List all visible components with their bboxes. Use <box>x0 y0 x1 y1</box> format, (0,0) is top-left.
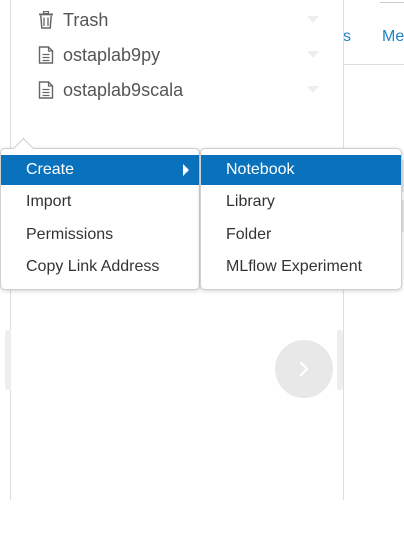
sidebar-item-notebook[interactable]: ostaplab9scala <box>25 75 331 105</box>
menu-item-notebook[interactable]: Notebook <box>201 155 401 185</box>
file-icon <box>37 81 55 99</box>
sidebar-item-label: ostaplab9scala <box>63 79 184 100</box>
sidebar-item-notebook[interactable]: ostaplab9py <box>25 40 331 70</box>
scroll-handle-right[interactable] <box>337 330 343 390</box>
menu-item-label: Create <box>26 161 75 178</box>
background-tab-2[interactable]: Me <box>382 28 404 46</box>
menu-item-label: Notebook <box>226 161 295 178</box>
caret-right-icon <box>183 164 189 176</box>
menu-item-mlflow-experiment[interactable]: MLflow Experiment <box>201 252 401 282</box>
chevron-down-icon[interactable] <box>307 16 319 23</box>
chevron-right-icon <box>299 361 309 377</box>
context-menu: Create Import Permissions Copy Link Addr… <box>0 137 200 290</box>
menu-item-label: Copy Link Address <box>26 258 160 275</box>
sidebar-item-trash[interactable]: Trash <box>25 5 331 35</box>
menu-item-library[interactable]: Library <box>201 187 401 217</box>
scroll-handle-left[interactable] <box>5 330 11 390</box>
next-button[interactable] <box>275 340 333 398</box>
menu-item-label: Import <box>26 193 72 210</box>
menu-item-create[interactable]: Create <box>1 155 199 185</box>
sidebar-item-label: Trash <box>63 9 109 30</box>
chevron-down-icon[interactable] <box>307 51 319 58</box>
menu-item-copy-link-address[interactable]: Copy Link Address <box>1 252 199 282</box>
chevron-down-icon[interactable] <box>307 86 319 93</box>
background-tabs: s Me <box>343 28 404 65</box>
background-tab-1[interactable]: s <box>343 28 351 46</box>
create-submenu: Notebook Library Folder MLflow Experimen… <box>200 148 402 290</box>
menu-item-folder[interactable]: Folder <box>201 220 401 250</box>
menu-item-label: Permissions <box>26 226 114 243</box>
top-right-border <box>380 0 404 3</box>
trash-icon <box>37 11 55 29</box>
menu-item-permissions[interactable]: Permissions <box>1 220 199 250</box>
file-icon <box>37 46 55 64</box>
menu-item-label: MLflow Experiment <box>226 258 363 275</box>
menu-item-label: Folder <box>226 226 272 243</box>
menu-item-label: Library <box>226 193 275 210</box>
menu-item-import[interactable]: Import <box>1 187 199 217</box>
sidebar-item-label: ostaplab9py <box>63 44 161 65</box>
